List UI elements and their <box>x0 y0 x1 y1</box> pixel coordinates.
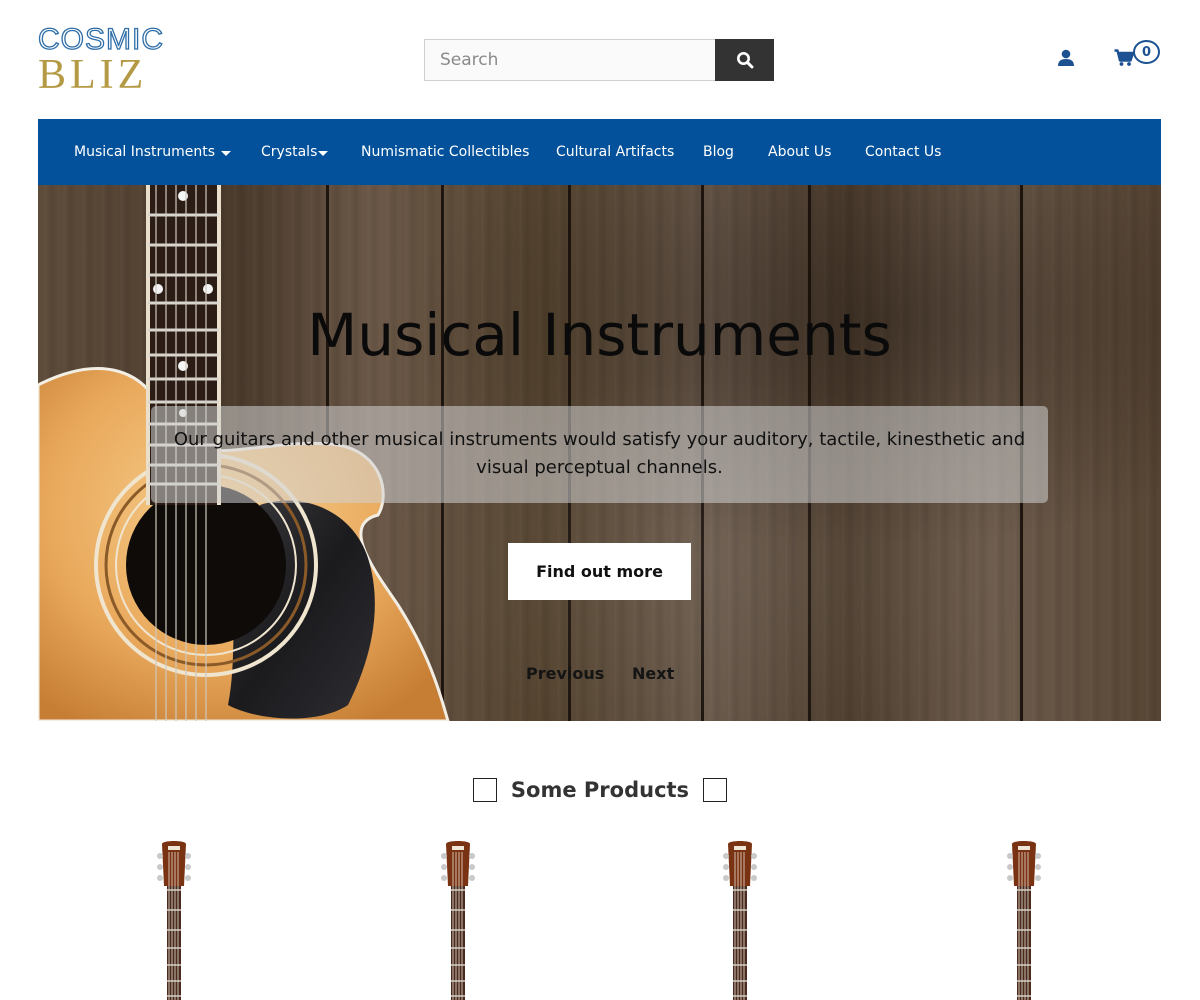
caret-down-icon <box>221 150 232 156</box>
decorative-square-icon <box>472 778 497 802</box>
find-out-more-button[interactable]: Find out more <box>508 543 691 600</box>
nav-item-label: Cultural Artifacts <box>556 144 675 160</box>
product-card[interactable] <box>154 838 194 1000</box>
guitar-headstock-image <box>1007 841 1041 1000</box>
nav-item-label: About Us <box>768 144 832 160</box>
nav-item-crystals[interactable]: Crystals <box>261 119 329 185</box>
site-header: COSMIC BLIZ 0 <box>0 0 1200 119</box>
main-nav: Musical Instruments Crystals Numismatic … <box>38 119 1161 185</box>
account-button[interactable] <box>1054 46 1078 70</box>
nav-item-numismatic-collectibles[interactable]: Numismatic Collectibles <box>361 119 529 185</box>
search-form <box>424 39 774 81</box>
hero-description: Our guitars and other musical instrument… <box>173 429 1026 478</box>
guitar-headstock-image <box>441 841 475 1000</box>
nav-item-label: Contact Us <box>865 144 942 160</box>
nav-item-about-us[interactable]: About Us <box>768 119 831 185</box>
product-card[interactable] <box>438 838 478 1000</box>
nav-item-contact-us[interactable]: Contact Us <box>865 119 941 185</box>
guitar-headstock-image <box>157 841 191 1000</box>
brand-logo[interactable]: COSMIC BLIZ <box>37 23 163 98</box>
search-input[interactable] <box>424 39 715 81</box>
products-section-header: Some Products <box>0 774 1200 806</box>
carousel-next-link[interactable]: Next <box>632 664 674 683</box>
search-button[interactable] <box>715 39 774 81</box>
guitar-headstock-image <box>723 841 757 1000</box>
nav-item-blog[interactable]: Blog <box>703 119 734 185</box>
brand-logo-line2: BLIZ <box>38 52 148 98</box>
nav-item-musical-instruments[interactable]: Musical Instruments <box>74 119 232 185</box>
decorative-square-icon <box>703 778 728 802</box>
nav-item-label: Blog <box>703 144 734 160</box>
product-card[interactable] <box>1004 838 1044 1000</box>
nav-item-label: Crystals <box>261 144 318 160</box>
cart-icon <box>1114 49 1134 66</box>
nav-item-label: Numismatic Collectibles <box>361 144 530 160</box>
caret-down-icon <box>318 150 329 156</box>
products-section-title: Some Products <box>510 778 690 802</box>
hero-carousel: Musical Instruments Our guitars and othe… <box>38 185 1161 721</box>
search-icon <box>736 52 753 69</box>
cart-count-badge: 0 <box>1133 40 1160 64</box>
hero-title: Musical Instruments <box>307 301 892 369</box>
user-icon <box>1058 49 1074 66</box>
product-card[interactable] <box>720 838 760 1000</box>
nav-item-cultural-artifacts[interactable]: Cultural Artifacts <box>556 119 674 185</box>
nav-item-label: Musical Instruments <box>74 144 216 160</box>
carousel-previous-link[interactable]: Previous <box>526 664 604 683</box>
